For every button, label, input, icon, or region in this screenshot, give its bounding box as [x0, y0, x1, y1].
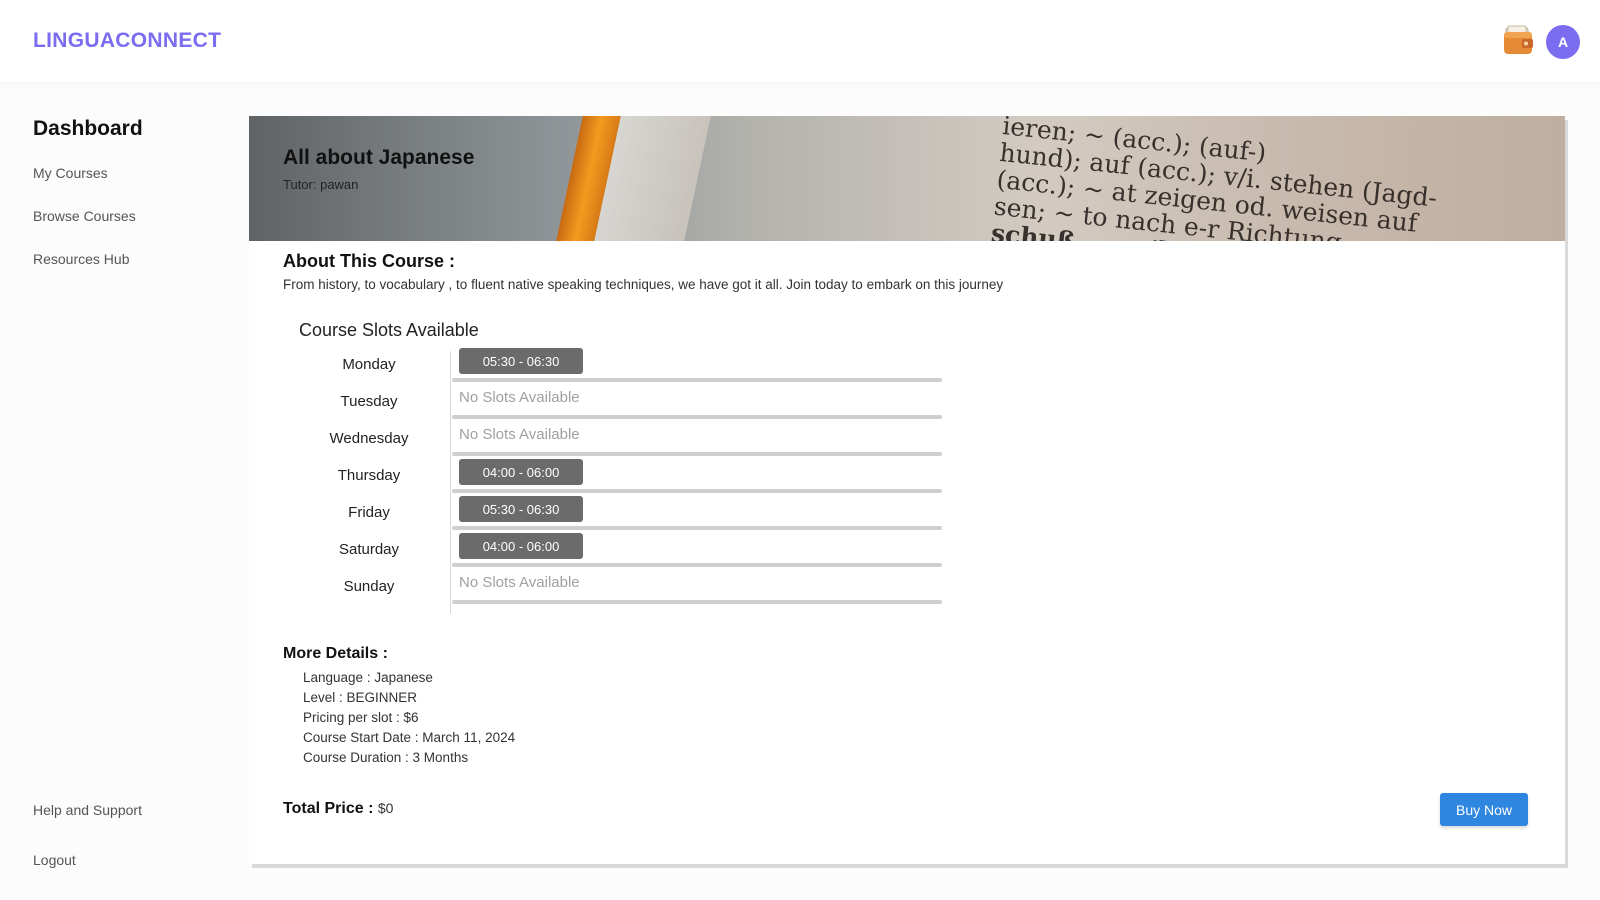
slot-row-sunday: Sunday No Slots Available: [249, 569, 949, 606]
slot-day-label: Saturday: [338, 541, 400, 558]
slot-row-friday: Friday 05:30 - 06:30: [249, 495, 949, 532]
course-banner-image: ieren; ~ (acc.); (auf-) hund); auf (acc.…: [249, 116, 1565, 241]
more-details-heading: More Details :: [283, 645, 388, 662]
no-slots-text: No Slots Available: [459, 389, 580, 406]
top-header: LINGUACONNECT A: [0, 0, 1600, 82]
sidebar-item-resources-hub[interactable]: Resources Hub: [33, 251, 130, 267]
sidebar-item-help-support[interactable]: Help and Support: [33, 802, 142, 818]
wallet-icon[interactable]: [1503, 24, 1535, 58]
sidebar: Dashboard My Courses Browse Courses Reso…: [0, 82, 230, 900]
no-slots-text: No Slots Available: [459, 574, 580, 591]
detail-pricing: Pricing per slot : $6: [303, 710, 419, 725]
total-price-value: $0: [377, 800, 394, 816]
sidebar-item-logout[interactable]: Logout: [33, 852, 76, 868]
sidebar-item-browse-courses[interactable]: Browse Courses: [33, 208, 136, 224]
detail-language: Language : Japanese: [303, 670, 433, 685]
slot-underline: [452, 378, 942, 382]
slot-underline: [452, 452, 942, 456]
slot-row-tuesday: Tuesday No Slots Available: [249, 384, 949, 421]
slot-underline: [452, 489, 942, 493]
slot-day-label: Sunday: [343, 578, 395, 595]
sidebar-title[interactable]: Dashboard: [33, 117, 143, 141]
slot-chip[interactable]: 05:30 - 06:30: [459, 496, 583, 522]
detail-duration: Course Duration : 3 Months: [303, 750, 469, 765]
slot-underline: [452, 600, 942, 604]
slot-row-wednesday: Wednesday No Slots Available: [249, 421, 949, 458]
slot-row-monday: Monday 05:30 - 06:30: [249, 347, 949, 384]
total-price: Total Price : $0: [283, 800, 393, 818]
banner-dictionary-text: ieren; ~ (acc.); (auf-) hund); auf (acc.…: [990, 116, 1439, 241]
course-tutor: Tutor: pawan: [283, 177, 359, 192]
detail-level: Level : BEGINNER: [303, 690, 418, 705]
detail-start-date: Course Start Date : March 11, 2024: [303, 730, 516, 745]
no-slots-text: No Slots Available: [459, 426, 580, 443]
slot-row-saturday: Saturday 04:00 - 06:00: [249, 532, 949, 569]
slot-day-label: Wednesday: [329, 430, 409, 447]
course-title: All about Japanese: [283, 146, 475, 169]
slot-underline: [452, 526, 942, 530]
about-text: From history, to vocabulary , to fluent …: [283, 277, 1004, 292]
user-avatar[interactable]: A: [1546, 25, 1580, 59]
total-price-label: Total Price :: [283, 800, 374, 817]
sidebar-item-my-courses[interactable]: My Courses: [33, 165, 108, 181]
slot-day-label: Tuesday: [340, 393, 398, 410]
slot-chip[interactable]: 05:30 - 06:30: [459, 348, 583, 374]
slot-underline: [452, 563, 942, 567]
slot-day-label: Friday: [348, 504, 390, 521]
slot-underline: [452, 415, 942, 419]
about-heading: About This Course :: [283, 251, 455, 271]
app-logo[interactable]: LINGUACONNECT: [33, 29, 221, 53]
slot-chip[interactable]: 04:00 - 06:00: [459, 533, 583, 559]
course-card: ieren; ~ (acc.); (auf-) hund); auf (acc.…: [249, 116, 1565, 864]
slot-chip[interactable]: 04:00 - 06:00: [459, 459, 583, 485]
slots-heading: Course Slots Available: [299, 320, 479, 340]
buy-now-button[interactable]: Buy Now: [1440, 793, 1528, 826]
slot-day-label: Thursday: [337, 467, 401, 484]
slot-day-label: Monday: [342, 356, 396, 373]
slot-row-thursday: Thursday 04:00 - 06:00: [249, 458, 949, 495]
